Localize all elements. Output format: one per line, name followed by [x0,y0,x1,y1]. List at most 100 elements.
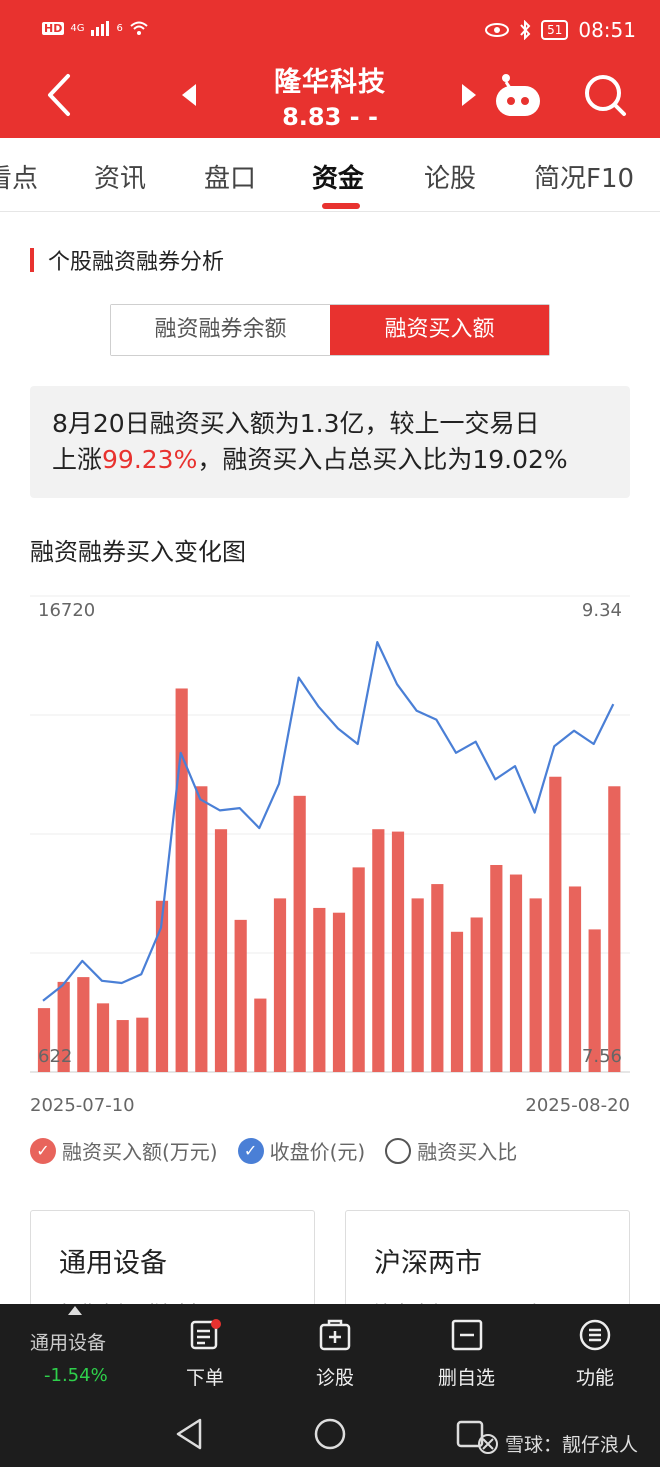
order-label: 下单 [186,1367,225,1389]
bar-mark [116,1020,129,1072]
legend-label: 融资买入比 [417,1140,518,1164]
chart-legend: ✓ 融资买入额(万元) ✓ 收盘价(元) 融资买入比 [30,1136,527,1165]
industry-change: -1.54% [44,1365,108,1386]
segment-margin-balance[interactable]: 融资融券余额 [111,305,330,355]
margin-buy-chart[interactable]: 16720 9.34 622 7.56 2025-07-10 2025-08-2… [0,590,660,1120]
remove-watchlist-icon [451,1319,482,1351]
chart-title: 融资融券买入变化图 [30,538,246,566]
bar-mark [234,919,247,1072]
bar-mark [332,912,346,1072]
chart-line [42,640,615,1002]
price-line [42,640,615,1002]
y-right-min-label: 7.56 [582,1046,622,1067]
bar-mark [175,688,188,1072]
bar-mark [254,998,267,1072]
section-title: 个股融资融券分析 [30,244,224,276]
bar-mark [313,907,326,1072]
signal-bars-icon [91,21,110,36]
wifi-icon [130,21,148,35]
status-right: 51 08:51 [485,18,636,42]
section-accent-bar [30,248,34,272]
summary-highlight: 99.23% [102,445,198,474]
bar-mark [529,898,542,1072]
y-right-max-label: 9.34 [582,600,622,621]
status-bar: HD 4G 6 51 08:51 [0,0,660,62]
bar-mark [568,886,582,1072]
card-title: 通用设备 [59,1248,167,1279]
tab-funds[interactable]: 资金 [312,158,364,195]
tab-f10[interactable]: 简况F10 [534,158,634,195]
check-red-icon: ✓ [30,1137,56,1164]
bar-mark [490,864,503,1072]
x-end-label: 2025-08-20 [525,1095,630,1116]
legend-close-price[interactable]: ✓ 收盘价(元) [237,1136,365,1165]
top-header: HD 4G 6 51 08:51 隆华科技 8.83 - - [0,0,660,138]
diagnose-button[interactable]: 诊股 [316,1318,354,1390]
bar-mark [195,786,208,1072]
tab-bar: 看点 资讯 盘口 资金 论股 简况F10 [0,138,660,212]
clock: 08:51 [578,18,636,42]
bar-mark [273,898,287,1072]
xueqiu-logo-icon [477,1433,498,1454]
bar-mark [391,831,405,1072]
card-title: 沪深两市 [374,1248,482,1279]
tab-highlights[interactable]: 看点 [0,158,38,195]
summary-line-1: 8月20日融资买入额为1.3亿，较上一交易日 [52,409,540,438]
section-title-text: 个股融资融券分析 [48,250,225,275]
bar-mark [96,1003,110,1072]
tab-discussion[interactable]: 论股 [424,158,476,195]
diagnose-label: 诊股 [316,1367,355,1389]
summary-line-2: 上涨99.23%，融资买入占总买入比为19.02% [52,442,608,478]
eye-icon [485,23,510,37]
bar-mark [450,931,464,1072]
remove-watchlist-button[interactable]: 删自选 [438,1318,495,1390]
y-left-min-label: 622 [38,1046,72,1067]
tab-orderbook[interactable]: 盘口 [204,158,256,195]
nav-home-icon[interactable] [314,1418,346,1450]
unchecked-circle-icon [385,1137,412,1164]
legend-margin-buy[interactable]: ✓ 融资买入额(万元) [30,1136,218,1165]
order-button[interactable]: 下单 [186,1318,224,1390]
status-left: HD 4G 6 [42,20,149,36]
bar-mark [431,884,444,1072]
check-blue-icon: ✓ [237,1137,264,1164]
search-icon[interactable] [582,72,628,118]
bar-mark [608,786,621,1072]
menu-label: 功能 [576,1367,615,1389]
x-start-label: 2025-07-10 [30,1095,135,1116]
menu-icon [579,1319,611,1351]
expand-caret-icon[interactable] [68,1306,82,1315]
bar-mark [352,867,365,1072]
y-left-max-label: 16720 [38,600,95,621]
diagnose-icon [319,1319,351,1351]
bar-mark [77,977,90,1072]
active-tab-indicator [322,203,360,209]
summary-box: 8月20日融资买入额为1.3亿，较上一交易日 上涨99.23%，融资买入占总买入… [30,386,630,498]
bluetooth-icon [520,20,531,40]
legend-label: 融资买入额(万元) [62,1140,218,1164]
nav-back-icon[interactable] [176,1418,202,1450]
industry-name: 通用设备 [30,1332,107,1354]
industry-quote[interactable]: 通用设备 -1.54% [30,1328,108,1386]
legend-buy-ratio[interactable]: 融资买入比 [385,1136,517,1165]
hd-badge-icon: HD [42,21,65,35]
chart-bars [37,688,621,1072]
bar-mark [411,898,424,1072]
bar-mark [470,917,483,1072]
segment-margin-buy[interactable]: 融资买入额 [330,305,549,355]
tab-news[interactable]: 资讯 [94,158,146,195]
segmented-control: 融资融券余额 融资买入额 [110,304,550,356]
assistant-robot-icon[interactable] [492,70,544,120]
bar-mark [549,776,562,1072]
battery-icon: 51 [541,20,569,40]
order-icon [190,1319,221,1350]
bar-mark [214,829,228,1072]
bar-mark [372,829,385,1072]
next-stock-icon[interactable] [456,80,480,110]
menu-button[interactable]: 功能 [576,1318,614,1390]
watermark-text: 雪球：靓仔浪人 [504,1434,638,1456]
remove-watchlist-label: 删自选 [438,1367,496,1389]
bar-mark [509,874,523,1072]
bar-mark [293,795,306,1072]
stock-price: 8.83 - - [282,103,378,131]
